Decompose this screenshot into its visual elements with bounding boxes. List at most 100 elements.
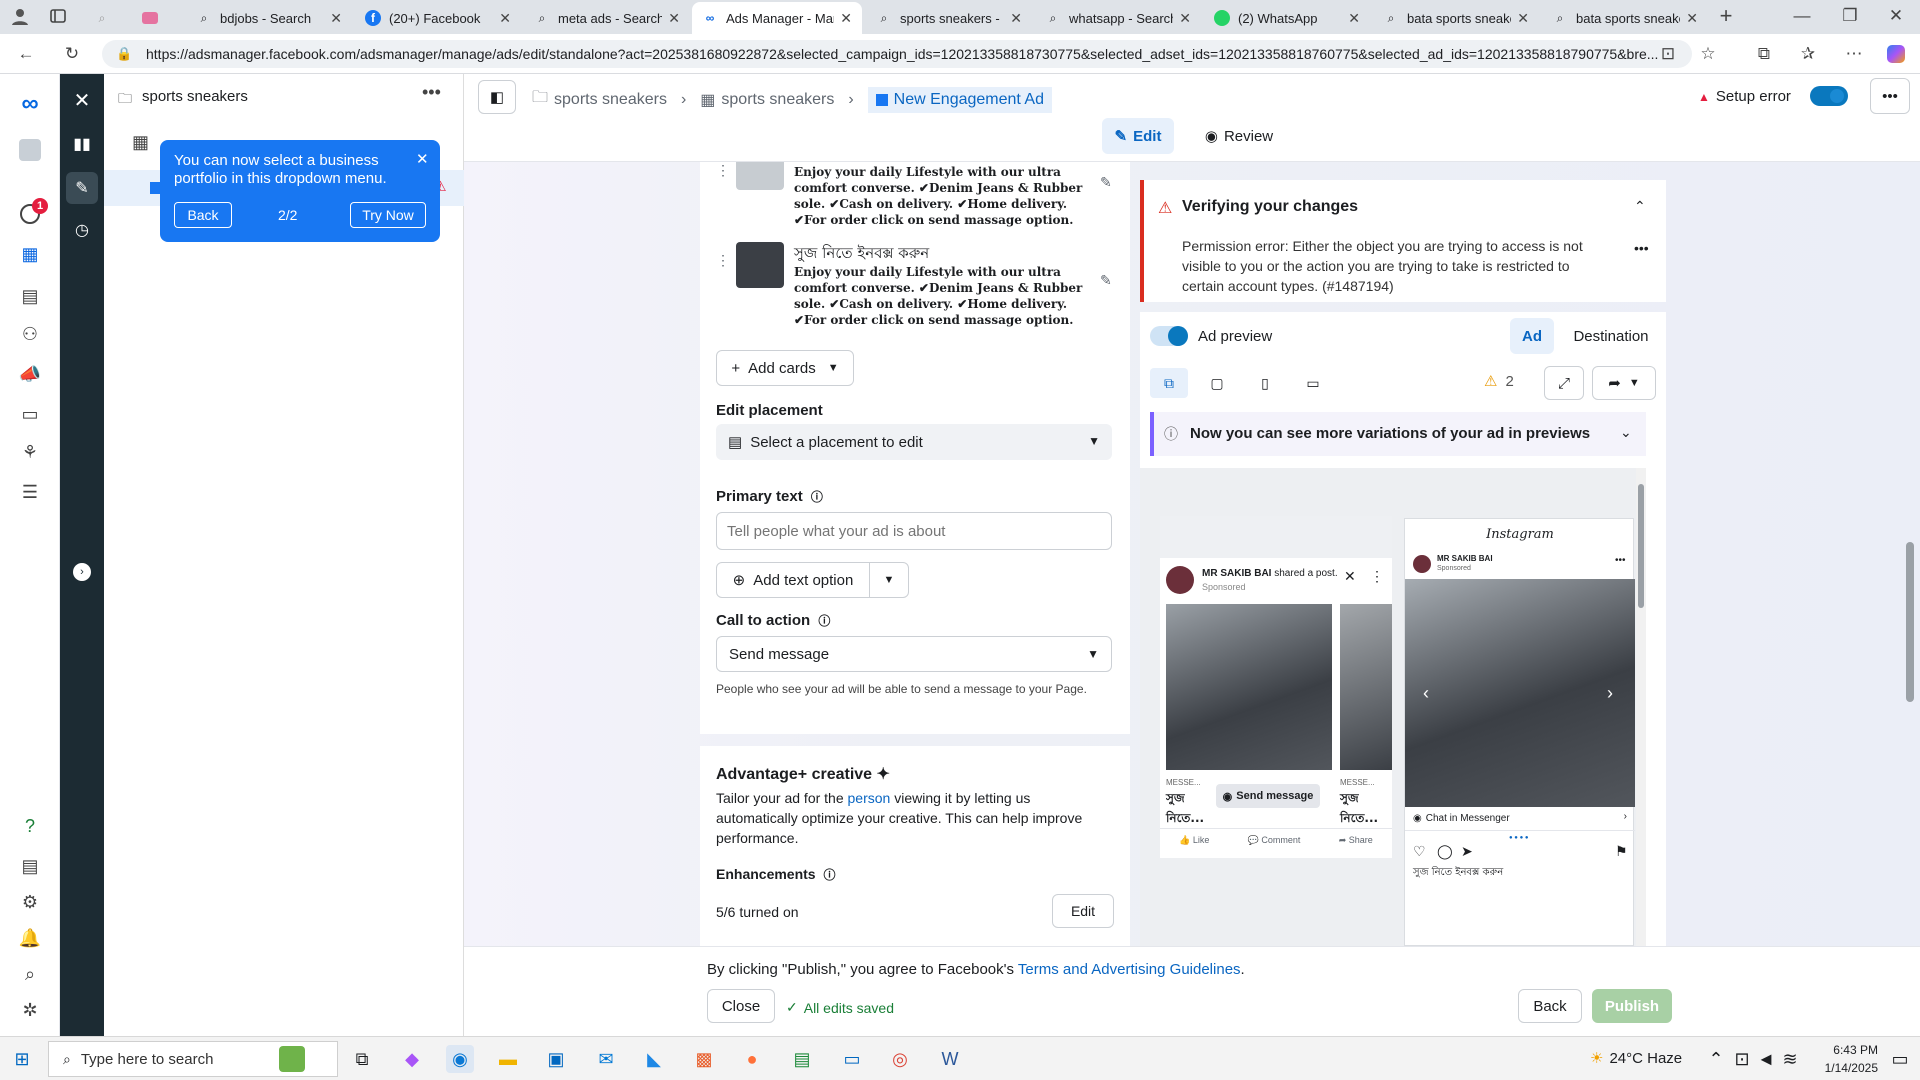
more-options-button[interactable]: ••• <box>1870 78 1910 114</box>
variations-banner[interactable]: ⓘ Now you can see more variations of you… <box>1150 412 1646 456</box>
add-text-option-dropdown[interactable]: ▼ <box>869 562 909 598</box>
grid-icon[interactable]: ▦ <box>132 132 149 153</box>
close-icon[interactable]: ✕ <box>499 10 511 27</box>
app-icon[interactable]: ▩ <box>690 1045 718 1073</box>
extensions-icon[interactable]: ⧉ <box>1752 42 1776 66</box>
close-icon[interactable]: ✕ <box>66 84 98 116</box>
browser-tab-active[interactable]: ∞ Ads Manager - Man ✕ <box>692 2 862 34</box>
taskbar-clock[interactable]: 6:43 PM 1/14/2025 <box>1808 1041 1878 1077</box>
close-icon[interactable]: ✕ <box>1179 10 1191 27</box>
close-icon[interactable]: ✕ <box>840 10 852 27</box>
search-icon[interactable]: ⌕ <box>14 958 46 990</box>
store-icon[interactable]: ▣ <box>542 1045 570 1073</box>
ad-preview-toggle[interactable] <box>1150 326 1188 346</box>
windows-start-icon[interactable]: ⊞ <box>8 1045 36 1073</box>
info-icon[interactable]: ⓘ <box>818 614 830 628</box>
chart-icon[interactable]: ▮▮ <box>66 128 98 160</box>
scrollbar-thumb[interactable] <box>1638 484 1644 608</box>
campaign-panel-title[interactable]: sports sneakers <box>142 88 248 105</box>
close-icon[interactable]: ✕ <box>1010 10 1022 27</box>
breadcrumb-ad[interactable]: New Engagement Ad <box>867 86 1052 113</box>
reports-icon[interactable]: ▤ <box>14 850 46 882</box>
info-icon[interactable]: ⓘ <box>811 490 823 504</box>
setup-status[interactable]: ▲ Setup error <box>1698 88 1791 105</box>
terms-link[interactable]: Terms and Advertising Guidelines <box>1018 961 1241 978</box>
tooltip-back-button[interactable]: Back <box>174 202 232 228</box>
browser-tab[interactable]: ⌕ bdjobs - Search ✕ <box>186 2 352 34</box>
settings-icon[interactable]: ⚙ <box>14 886 46 918</box>
breadcrumb-adset[interactable]: sports sneakers <box>721 91 834 109</box>
review-mode-button[interactable]: ◉ Review <box>1194 118 1284 154</box>
business-icon[interactable]: ⚘ <box>14 436 46 468</box>
app-icon[interactable]: ◣ <box>640 1045 668 1073</box>
browser-tab[interactable]: ⌕ whatsapp - Search ✕ <box>1035 2 1201 34</box>
vertical-placement-icon[interactable]: ▯ <box>1248 368 1282 398</box>
browser-menu-icon[interactable]: ⋯ <box>1842 42 1866 66</box>
new-tab-icon[interactable]: + <box>1714 3 1738 28</box>
browser-tab[interactable]: ⌕ bata sports sneakers ✕ <box>1542 2 1708 34</box>
pencil-icon[interactable]: ✎ <box>66 172 98 204</box>
edit-mode-button[interactable]: ✎ Edit <box>1102 118 1174 154</box>
tooltip-close-icon[interactable]: ✕ <box>416 150 429 168</box>
more-options-icon[interactable]: ••• <box>1634 240 1649 256</box>
add-cards-button[interactable]: + Add cards ▼ <box>716 350 854 386</box>
placement-select[interactable]: ▤ Select a placement to edit ▼ <box>716 424 1112 460</box>
back-arrow-icon[interactable]: ← <box>14 42 38 66</box>
chevron-up-icon[interactable]: ⌃ <box>1702 1045 1730 1073</box>
browser-tab[interactable]: f (20+) Facebook ✕ <box>355 2 521 34</box>
share-preview-button[interactable]: ➦ ▼ <box>1592 366 1656 400</box>
firefox-icon[interactable]: ● <box>738 1045 766 1073</box>
favorites-icon[interactable]: ✰ <box>1796 42 1820 66</box>
file-explorer-icon[interactable]: ▬ <box>494 1045 522 1073</box>
info-icon[interactable]: ⓘ <box>823 868 835 882</box>
meta-logo-icon[interactable]: ∞ <box>14 88 46 120</box>
chevron-down-icon[interactable]: ⌄ <box>1620 424 1632 441</box>
word-icon[interactable]: W <box>936 1045 964 1073</box>
account-avatar[interactable] <box>14 134 46 166</box>
pages-icon[interactable]: ▤ <box>14 280 46 312</box>
scrollbar-thumb[interactable] <box>1906 542 1914 702</box>
close-window-icon[interactable]: ✕ <box>1884 4 1908 28</box>
history-icon[interactable]: ◷ <box>66 214 98 246</box>
chrome-icon[interactable]: ◎ <box>886 1045 914 1073</box>
wifi-icon[interactable]: ≋ <box>1776 1045 1804 1073</box>
app-icon[interactable]: ▭ <box>838 1045 866 1073</box>
audiences-icon[interactable]: ⚇ <box>14 318 46 350</box>
install-app-icon[interactable]: ⊡ <box>1656 42 1680 66</box>
copilot-icon[interactable]: ◆ <box>398 1045 426 1073</box>
restore-icon[interactable]: ❐ <box>1838 4 1862 28</box>
tooltip-try-now-button[interactable]: Try Now <box>350 202 426 228</box>
expand-preview-button[interactable]: ⤢ <box>1544 366 1584 400</box>
billing-icon[interactable]: ▭ <box>14 398 46 430</box>
pencil-icon[interactable]: ✎ <box>1100 272 1112 289</box>
notifications-icon[interactable]: 1 <box>14 198 48 230</box>
taskbar-search[interactable]: ⌕ Type here to search <box>48 1041 338 1077</box>
square-placement-icon[interactable]: ▢ <box>1200 368 1234 398</box>
toggle-panel-button[interactable]: ◧ <box>478 80 516 114</box>
address-bar[interactable]: 🔒 https://adsmanager.facebook.com/adsman… <box>102 40 1692 68</box>
task-view-icon[interactable]: ⧉ <box>348 1045 376 1073</box>
help-icon[interactable]: ? <box>14 810 46 842</box>
bug-report-icon[interactable]: ✲ <box>14 994 46 1026</box>
more-options-icon[interactable]: ••• <box>422 82 441 103</box>
campaign-on-toggle[interactable] <box>1810 86 1848 106</box>
refresh-icon[interactable]: ↻ <box>60 42 84 66</box>
close-icon[interactable]: ✕ <box>1517 10 1529 27</box>
mail-icon[interactable]: ✉ <box>592 1045 620 1073</box>
add-text-option-button[interactable]: ⊕ Add text option <box>716 562 870 598</box>
spreadsheet-icon[interactable]: ▤ <box>788 1045 816 1073</box>
browser-tab[interactable]: (2) WhatsApp ✕ <box>1204 2 1370 34</box>
close-icon[interactable]: ✕ <box>668 10 680 27</box>
ads-manager-icon[interactable]: ▦ <box>14 238 46 270</box>
lock-icon[interactable]: 🔒 <box>116 46 132 62</box>
browser-tab[interactable]: ⌕ sports sneakers - Se ✕ <box>866 2 1032 34</box>
primary-text-input[interactable] <box>716 512 1112 550</box>
weather-widget[interactable]: ☀ 24°C Haze <box>1590 1049 1682 1068</box>
copilot-icon[interactable] <box>1884 42 1908 66</box>
all-placements-icon[interactable]: ⧉ <box>1150 368 1188 398</box>
tab-destination[interactable]: Destination <box>1566 318 1656 354</box>
campaign-icon[interactable]: 📣 <box>14 358 46 390</box>
advantage-person-link[interactable]: person <box>848 790 891 806</box>
browser-tab[interactable]: ⌕ bata sports sneaker ✕ <box>1373 2 1539 34</box>
pencil-icon[interactable]: ✎ <box>1100 174 1112 191</box>
